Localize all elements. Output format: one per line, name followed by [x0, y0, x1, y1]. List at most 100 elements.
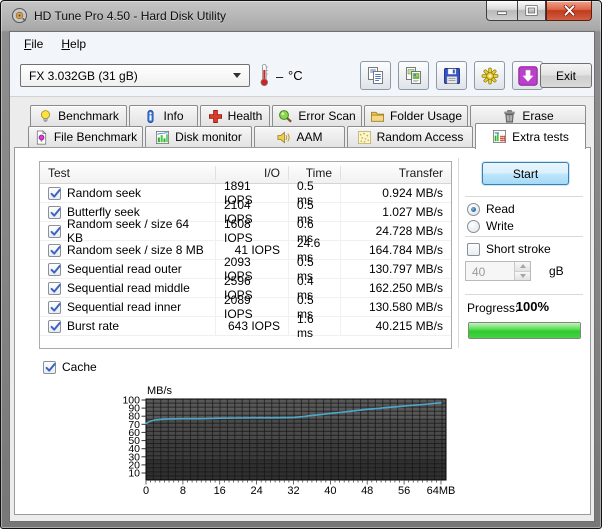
health-icon: [208, 109, 223, 124]
table-row[interactable]: Random seek / size 64 KB1608 IOPS0.6 ms2…: [40, 222, 451, 241]
triangle-up-icon: [520, 264, 526, 268]
test-cell: Sequential read middle: [40, 279, 216, 297]
transfer-cell: 1.027 MB/s: [341, 203, 451, 221]
test-name: Random seek: [67, 186, 141, 200]
row-checkbox[interactable]: [48, 301, 61, 314]
maximize-button[interactable]: [517, 1, 546, 21]
tab-aam[interactable]: AAM: [254, 126, 345, 147]
table-row[interactable]: Burst rate643 IOPS1.6 ms40.215 MB/s: [40, 317, 451, 336]
tab-folder-usage[interactable]: Folder Usage: [364, 105, 468, 126]
checkbox-box: [467, 243, 480, 256]
erase-icon: [502, 109, 517, 124]
triangle-down-icon: [520, 274, 526, 278]
tab-health[interactable]: Health: [200, 105, 270, 126]
svg-text:48: 48: [361, 485, 373, 497]
test-cell: Burst rate: [40, 317, 216, 335]
app-window: HD Tune Pro 4.50 - Hard Disk Utility Fil…: [0, 0, 602, 529]
column-header-test[interactable]: Test: [40, 166, 216, 180]
tab-label: Random Access: [377, 130, 464, 144]
file-benchmark-icon: [34, 130, 49, 145]
short-stroke-checkbox[interactable]: Short stroke: [467, 242, 551, 256]
minimize-button[interactable]: [486, 1, 517, 21]
test-name: Sequential read inner: [67, 300, 181, 314]
io-cell: 1608 IOPS: [216, 222, 289, 240]
row-checkbox[interactable]: [48, 320, 61, 333]
benchmark-icon: [38, 109, 53, 124]
test-cell: Random seek / size 8 MB: [40, 241, 216, 259]
radio-label: Write: [486, 219, 514, 233]
spin-buttons: [514, 262, 530, 280]
test-cell: Sequential read inner: [40, 298, 216, 316]
svg-text:56: 56: [398, 485, 410, 497]
row-checkbox[interactable]: [48, 263, 61, 276]
tab-info[interactable]: Info: [129, 105, 198, 126]
radio-dot: [467, 203, 480, 216]
tab-error-scan[interactable]: Error Scan: [272, 105, 362, 126]
svg-text:8: 8: [180, 485, 186, 497]
close-button[interactable]: [546, 1, 592, 21]
disk-monitor-icon: [155, 130, 170, 145]
separator: [465, 196, 583, 198]
folder-icon: [370, 109, 385, 124]
tab-disk-monitor[interactable]: Disk monitor: [145, 126, 252, 147]
transfer-cell: 24.728 MB/s: [341, 222, 451, 240]
row-checkbox[interactable]: [48, 206, 61, 219]
start-button[interactable]: Start: [482, 162, 569, 185]
progress-bar: [468, 322, 581, 339]
size-unit-label: gB: [549, 264, 564, 278]
tab-extra-tests[interactable]: Extra tests: [475, 123, 586, 149]
tab-label: Benchmark: [58, 109, 119, 123]
column-header-time[interactable]: Time: [289, 166, 341, 180]
row-checkbox[interactable]: [48, 187, 61, 200]
transfer-cell: 162.250 MB/s: [341, 279, 451, 297]
window-controls: [486, 1, 592, 21]
tab-label: Erase: [522, 109, 553, 123]
row-checkbox[interactable]: [48, 244, 61, 257]
close-icon: [563, 5, 576, 16]
tab-file-benchmark[interactable]: File Benchmark: [28, 126, 143, 147]
radio-label: Read: [486, 202, 515, 216]
test-name: Random seek / size 8 MB: [67, 243, 204, 257]
separator: [465, 236, 583, 238]
tab-label: AAM: [296, 130, 322, 144]
row-checkbox[interactable]: [48, 225, 61, 238]
panel-divider: [458, 158, 460, 348]
radio-dot: [467, 220, 480, 233]
svg-text:MB/s: MB/s: [147, 385, 173, 397]
test-cell: Random seek: [40, 184, 216, 202]
test-name: Burst rate: [67, 319, 119, 333]
separator: [465, 294, 583, 296]
minimize-icon: [496, 5, 509, 16]
size-value: 40: [466, 262, 514, 280]
aam-icon: [276, 130, 291, 145]
table-row[interactable]: Sequential read inner2089 IOPS0.5 ms130.…: [40, 298, 451, 317]
transfer-cell: 130.580 MB/s: [341, 298, 451, 316]
column-header-transfer[interactable]: Transfer: [341, 166, 451, 180]
read-radio[interactable]: Read: [467, 202, 515, 216]
spin-down-button: [515, 272, 530, 281]
extra-tests-page: TestI/OTimeTransferRandom seek1891 IOPS0…: [14, 147, 591, 515]
tab-random-access[interactable]: Random Access: [347, 126, 473, 147]
tab-label: Health: [228, 109, 263, 123]
window-title: HD Tune Pro 4.50 - Hard Disk Utility: [34, 9, 226, 23]
tab-benchmark[interactable]: Benchmark: [30, 105, 127, 126]
time-cell: 1.6 ms: [289, 317, 341, 335]
client-area: FileHelp FX 3.032GB (31 gB) – °C Exit Be…: [9, 31, 595, 522]
column-header-i-o[interactable]: I/O: [216, 166, 289, 180]
tab-label: Folder Usage: [390, 109, 462, 123]
svg-text:24: 24: [250, 485, 262, 497]
cache-label: Cache: [62, 360, 97, 374]
transfer-rate-chart: 1009080706050403020100816243240485664MBM…: [103, 381, 483, 506]
transfer-cell: 0.924 MB/s: [341, 184, 451, 202]
cache-checkbox[interactable]: Cache: [43, 360, 97, 374]
write-radio[interactable]: Write: [467, 219, 514, 233]
tab-label: File Benchmark: [54, 130, 137, 144]
svg-text:40: 40: [324, 485, 336, 497]
progress-value: 100%: [501, 299, 549, 314]
error-scan-icon: [278, 109, 293, 124]
svg-text:32: 32: [287, 485, 299, 497]
transfer-cell: 130.797 MB/s: [341, 260, 451, 278]
svg-text:16: 16: [214, 485, 226, 497]
random-access-icon: [357, 130, 372, 145]
row-checkbox[interactable]: [48, 282, 61, 295]
